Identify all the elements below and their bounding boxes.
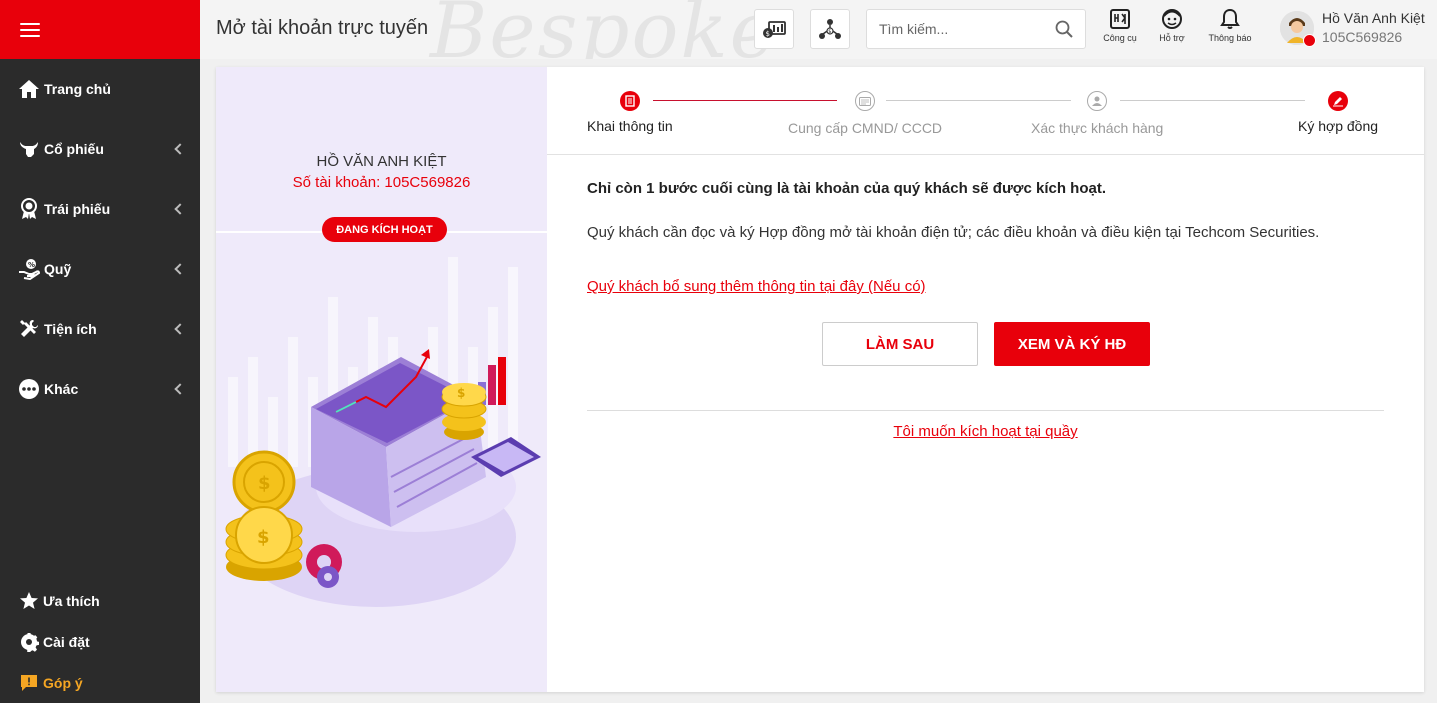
sidebar-item-label: Cài đặt xyxy=(43,633,90,650)
tools-cross-icon xyxy=(18,318,40,340)
step-id-card[interactable]: Cung cấp CMND/ CCCD xyxy=(788,91,942,136)
step-label: Ký hợp đồng xyxy=(1298,118,1379,134)
laptop-coins-illustration: $ $ $ xyxy=(225,257,541,607)
sidebar-bottom: Ưa thích Cài đặt Góp ý xyxy=(0,580,200,703)
network-icon: $ xyxy=(819,19,841,39)
account-panel: HỒ VĂN ANH KIỆT Số tài khoản: 105C569826… xyxy=(216,67,547,692)
support-label: Hỗ trợ xyxy=(1159,33,1185,43)
instruction-text: Quý khách cần đọc và ký Hợp đồng mở tài … xyxy=(587,224,1320,241)
sidebar-item-label: Tiện ích xyxy=(44,321,97,337)
pen-icon xyxy=(1328,91,1348,111)
sidebar-item-utilities[interactable]: Tiện ích xyxy=(0,299,200,359)
account-holder-name: HỒ VĂN ANH KIỆT xyxy=(316,153,447,170)
sidebar-item-feedback[interactable]: Góp ý xyxy=(0,662,200,703)
sidebar-item-label: Góp ý xyxy=(43,674,83,691)
content-divider xyxy=(587,410,1384,411)
medal-icon xyxy=(18,198,40,220)
chevron-left-icon xyxy=(174,203,186,215)
svg-text:%: % xyxy=(28,261,35,269)
content-card: HỒ VĂN ANH KIỆT Số tài khoản: 105C569826… xyxy=(216,67,1424,692)
view-sign-contract-button[interactable]: XEM VÀ KÝ HĐ xyxy=(994,322,1150,366)
search-input[interactable] xyxy=(867,10,1047,48)
step-label: Khai thông tin xyxy=(587,118,673,134)
notifications-label: Thông báo xyxy=(1208,33,1252,43)
user-menu[interactable]: Hồ Văn Anh Kiệt 105C569826 xyxy=(1280,10,1425,47)
sidebar-item-home[interactable]: Trang chủ xyxy=(0,59,200,119)
step-label: Xác thực khách hàng xyxy=(1031,120,1164,136)
sidebar-item-favorites[interactable]: Ưa thích xyxy=(0,580,200,621)
notifications-button[interactable]: Thông báo xyxy=(1202,8,1258,43)
headline-text: Chỉ còn 1 bước cuối cùng là tài khoản củ… xyxy=(587,180,1106,197)
progress-stepper: Khai thông tin Cung cấp CMND/ CCCD Xác t… xyxy=(547,67,1424,155)
form-icon xyxy=(619,91,640,111)
later-button[interactable]: LÀM SAU xyxy=(822,322,978,366)
page-title: Mở tài khoản trực tuyến xyxy=(216,17,429,39)
step-verify[interactable]: Xác thực khách hàng xyxy=(1031,91,1163,136)
sidebar-item-other[interactable]: Khác xyxy=(0,359,200,419)
chevron-left-icon xyxy=(174,143,186,155)
chevron-left-icon xyxy=(174,263,186,275)
support-icon xyxy=(1162,9,1182,29)
sidebar-item-label: Khác xyxy=(44,381,79,397)
sidebar-item-label: Cổ phiếu xyxy=(44,141,104,157)
user-info: Hồ Văn Anh Kiệt 105C569826 xyxy=(1322,10,1425,45)
svg-text:$: $ xyxy=(258,473,271,494)
user-id: 105C569826 xyxy=(1322,29,1403,45)
sidebar-item-settings[interactable]: Cài đặt xyxy=(0,621,200,662)
svg-text:$: $ xyxy=(828,29,831,35)
star-icon xyxy=(18,590,40,612)
svg-text:$: $ xyxy=(766,30,770,38)
feedback-icon xyxy=(18,672,40,694)
menu-icon[interactable] xyxy=(20,22,40,37)
search-box xyxy=(866,9,1086,49)
id-card-icon xyxy=(855,91,876,111)
money-board-button[interactable]: $ xyxy=(754,9,794,49)
top-header: Bespoke Mở tài khoản trực tuyến $ $ Công… xyxy=(200,0,1437,59)
watermark-logo: Bespoke xyxy=(430,0,778,59)
notification-badge xyxy=(1303,33,1316,47)
chevron-left-icon xyxy=(174,383,186,395)
svg-text:$: $ xyxy=(457,386,465,400)
sidebar-item-bonds[interactable]: Trái phiếu xyxy=(0,179,200,239)
sidebar-item-label: Ưa thích xyxy=(43,592,100,609)
bull-icon xyxy=(18,138,40,160)
support-button[interactable]: Hỗ trợ xyxy=(1144,8,1200,43)
sidebar-item-stocks[interactable]: Cổ phiếu xyxy=(0,119,200,179)
sidebar-header xyxy=(0,0,200,59)
avatar xyxy=(1280,10,1316,47)
user-name: Hồ Văn Anh Kiệt xyxy=(1322,10,1425,26)
step-sign[interactable]: Ký hợp đồng xyxy=(1298,91,1378,134)
svg-text:$: $ xyxy=(257,527,270,548)
step-info[interactable]: Khai thông tin xyxy=(587,91,673,134)
money-board-icon: $ xyxy=(763,21,786,38)
step-label: Cung cấp CMND/ CCCD xyxy=(788,120,943,136)
gear-icon xyxy=(18,631,40,653)
sidebar-item-label: Trái phiếu xyxy=(44,201,111,217)
bell-icon xyxy=(1220,8,1240,29)
sidebar-item-label: Trang chủ xyxy=(44,81,111,97)
sidebar-item-funds[interactable]: % Quỹ xyxy=(0,239,200,299)
tools-label: Công cụ xyxy=(1103,33,1137,43)
supplement-info-link[interactable]: Quý khách bổ sung thêm thông tin tại đây… xyxy=(587,278,926,295)
chevron-left-icon xyxy=(174,323,186,335)
activate-at-counter-link[interactable]: Tôi muốn kích hoạt tại quầy xyxy=(587,423,1384,440)
sidebar-item-label: Quỹ xyxy=(44,261,72,277)
more-icon xyxy=(18,378,40,400)
sidebar: Trang chủ Cổ phiếu Trái phiếu % Quỹ Tiện… xyxy=(0,0,200,703)
tools-icon xyxy=(1110,9,1130,29)
network-button[interactable]: $ xyxy=(810,9,850,49)
fund-icon: % xyxy=(18,258,40,280)
user-verify-icon xyxy=(1087,91,1108,111)
home-icon xyxy=(18,78,40,100)
account-number: Số tài khoản: 105C569826 xyxy=(292,174,471,191)
search-icon[interactable] xyxy=(1055,20,1073,38)
tools-button[interactable]: Công cụ xyxy=(1092,8,1148,43)
